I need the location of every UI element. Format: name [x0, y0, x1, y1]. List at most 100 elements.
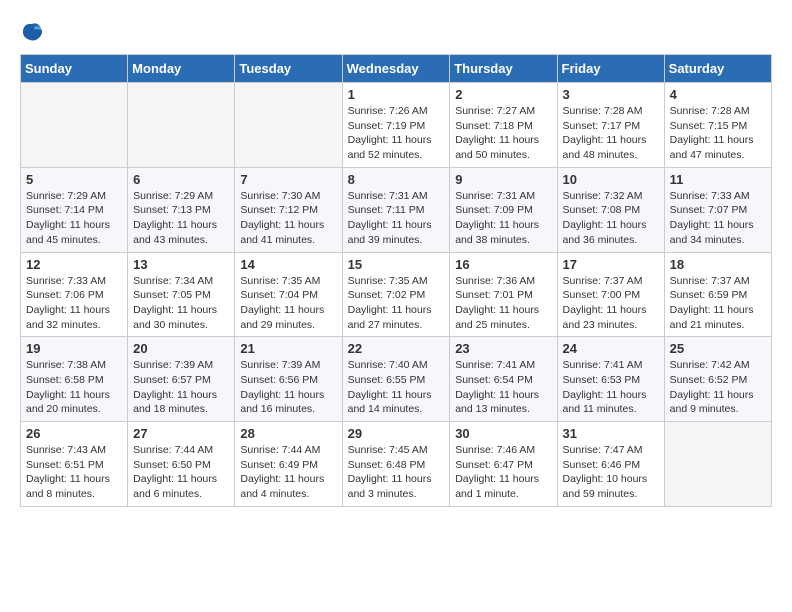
calendar-cell: 25 Sunrise: 7:42 AMSunset: 6:52 PMDayligh… [664, 337, 771, 422]
day-number: 21 [240, 341, 336, 356]
day-number: 25 [670, 341, 766, 356]
day-info: Sunrise: 7:29 AMSunset: 7:13 PMDaylight:… [133, 189, 229, 248]
calendar-cell: 5 Sunrise: 7:29 AMSunset: 7:14 PMDaylight… [21, 167, 128, 252]
calendar-cell: 13 Sunrise: 7:34 AMSunset: 7:05 PMDayligh… [128, 252, 235, 337]
calendar-cell: 10 Sunrise: 7:32 AMSunset: 7:08 PMDayligh… [557, 167, 664, 252]
day-info: Sunrise: 7:33 AMSunset: 7:07 PMDaylight:… [670, 189, 766, 248]
logo [20, 20, 48, 44]
calendar-cell [128, 83, 235, 168]
calendar-cell: 19 Sunrise: 7:38 AMSunset: 6:58 PMDayligh… [21, 337, 128, 422]
calendar-cell: 24 Sunrise: 7:41 AMSunset: 6:53 PMDayligh… [557, 337, 664, 422]
day-number: 28 [240, 426, 336, 441]
calendar-cell [21, 83, 128, 168]
day-info: Sunrise: 7:31 AMSunset: 7:09 PMDaylight:… [455, 189, 551, 248]
day-info: Sunrise: 7:35 AMSunset: 7:04 PMDaylight:… [240, 274, 336, 333]
calendar-cell: 26 Sunrise: 7:43 AMSunset: 6:51 PMDayligh… [21, 422, 128, 507]
day-info: Sunrise: 7:45 AMSunset: 6:48 PMDaylight:… [348, 443, 445, 502]
day-number: 26 [26, 426, 122, 441]
day-number: 7 [240, 172, 336, 187]
day-number: 1 [348, 87, 445, 102]
day-info: Sunrise: 7:47 AMSunset: 6:46 PMDaylight:… [563, 443, 659, 502]
weekday-header-cell: Monday [128, 55, 235, 83]
calendar-cell: 9 Sunrise: 7:31 AMSunset: 7:09 PMDaylight… [450, 167, 557, 252]
day-number: 29 [348, 426, 445, 441]
weekday-header-cell: Saturday [664, 55, 771, 83]
calendar-cell: 28 Sunrise: 7:44 AMSunset: 6:49 PMDayligh… [235, 422, 342, 507]
calendar-cell: 30Sunrise: 7:46 AMSunset: 6:47 PMDayligh… [450, 422, 557, 507]
calendar-cell: 17 Sunrise: 7:37 AMSunset: 7:00 PMDayligh… [557, 252, 664, 337]
day-info: Sunrise: 7:37 AMSunset: 6:59 PMDaylight:… [670, 274, 766, 333]
calendar-cell: 23 Sunrise: 7:41 AMSunset: 6:54 PMDayligh… [450, 337, 557, 422]
day-number: 11 [670, 172, 766, 187]
day-info: Sunrise: 7:42 AMSunset: 6:52 PMDaylight:… [670, 358, 766, 417]
weekday-header-cell: Wednesday [342, 55, 450, 83]
day-number: 3 [563, 87, 659, 102]
day-number: 14 [240, 257, 336, 272]
logo-icon [20, 20, 44, 44]
calendar-week-row: 19 Sunrise: 7:38 AMSunset: 6:58 PMDayligh… [21, 337, 772, 422]
weekday-header-cell: Friday [557, 55, 664, 83]
day-number: 13 [133, 257, 229, 272]
day-info: Sunrise: 7:32 AMSunset: 7:08 PMDaylight:… [563, 189, 659, 248]
day-number: 4 [670, 87, 766, 102]
day-number: 27 [133, 426, 229, 441]
calendar-week-row: 1Sunrise: 7:26 AMSunset: 7:19 PMDaylight… [21, 83, 772, 168]
weekday-header-cell: Tuesday [235, 55, 342, 83]
calendar-cell: 18Sunrise: 7:37 AMSunset: 6:59 PMDayligh… [664, 252, 771, 337]
day-number: 19 [26, 341, 122, 356]
weekday-header-row: SundayMondayTuesdayWednesdayThursdayFrid… [21, 55, 772, 83]
page-header [20, 20, 772, 44]
calendar-cell: 8 Sunrise: 7:31 AMSunset: 7:11 PMDaylight… [342, 167, 450, 252]
calendar-cell: 2Sunrise: 7:27 AMSunset: 7:18 PMDaylight… [450, 83, 557, 168]
day-info: Sunrise: 7:39 AMSunset: 6:57 PMDaylight:… [133, 358, 229, 417]
day-number: 5 [26, 172, 122, 187]
day-info: Sunrise: 7:33 AMSunset: 7:06 PMDaylight:… [26, 274, 122, 333]
day-number: 23 [455, 341, 551, 356]
day-info: Sunrise: 7:44 AMSunset: 6:49 PMDaylight:… [240, 443, 336, 502]
calendar-cell: 15 Sunrise: 7:35 AMSunset: 7:02 PMDayligh… [342, 252, 450, 337]
calendar-cell: 20 Sunrise: 7:39 AMSunset: 6:57 PMDayligh… [128, 337, 235, 422]
day-number: 9 [455, 172, 551, 187]
day-number: 15 [348, 257, 445, 272]
day-info: Sunrise: 7:43 AMSunset: 6:51 PMDaylight:… [26, 443, 122, 502]
day-number: 24 [563, 341, 659, 356]
day-number: 20 [133, 341, 229, 356]
day-number: 8 [348, 172, 445, 187]
calendar-cell: 4 Sunrise: 7:28 AMSunset: 7:15 PMDaylight… [664, 83, 771, 168]
calendar-cell: 3 Sunrise: 7:28 AMSunset: 7:17 PMDaylight… [557, 83, 664, 168]
day-info: Sunrise: 7:34 AMSunset: 7:05 PMDaylight:… [133, 274, 229, 333]
day-number: 12 [26, 257, 122, 272]
day-number: 30 [455, 426, 551, 441]
day-number: 17 [563, 257, 659, 272]
day-info: Sunrise: 7:38 AMSunset: 6:58 PMDaylight:… [26, 358, 122, 417]
day-info: Sunrise: 7:44 AMSunset: 6:50 PMDaylight:… [133, 443, 229, 502]
calendar-cell: 29 Sunrise: 7:45 AMSunset: 6:48 PMDayligh… [342, 422, 450, 507]
calendar-week-row: 5 Sunrise: 7:29 AMSunset: 7:14 PMDaylight… [21, 167, 772, 252]
day-info: Sunrise: 7:28 AMSunset: 7:15 PMDaylight:… [670, 104, 766, 163]
day-number: 10 [563, 172, 659, 187]
day-info: Sunrise: 7:30 AMSunset: 7:12 PMDaylight:… [240, 189, 336, 248]
day-info: Sunrise: 7:31 AMSunset: 7:11 PMDaylight:… [348, 189, 445, 248]
day-number: 6 [133, 172, 229, 187]
day-info: Sunrise: 7:35 AMSunset: 7:02 PMDaylight:… [348, 274, 445, 333]
day-info: Sunrise: 7:29 AMSunset: 7:14 PMDaylight:… [26, 189, 122, 248]
weekday-header-cell: Thursday [450, 55, 557, 83]
calendar-table: SundayMondayTuesdayWednesdayThursdayFrid… [20, 54, 772, 507]
day-info: Sunrise: 7:37 AMSunset: 7:00 PMDaylight:… [563, 274, 659, 333]
day-info: Sunrise: 7:41 AMSunset: 6:54 PMDaylight:… [455, 358, 551, 417]
calendar-cell: 6 Sunrise: 7:29 AMSunset: 7:13 PMDaylight… [128, 167, 235, 252]
day-info: Sunrise: 7:41 AMSunset: 6:53 PMDaylight:… [563, 358, 659, 417]
day-number: 31 [563, 426, 659, 441]
calendar-week-row: 12 Sunrise: 7:33 AMSunset: 7:06 PMDayligh… [21, 252, 772, 337]
calendar-cell: 16Sunrise: 7:36 AMSunset: 7:01 PMDayligh… [450, 252, 557, 337]
day-number: 16 [455, 257, 551, 272]
calendar-cell: 14 Sunrise: 7:35 AMSunset: 7:04 PMDayligh… [235, 252, 342, 337]
calendar-cell: 12 Sunrise: 7:33 AMSunset: 7:06 PMDayligh… [21, 252, 128, 337]
day-info: Sunrise: 7:40 AMSunset: 6:55 PMDaylight:… [348, 358, 445, 417]
calendar-body: 1Sunrise: 7:26 AMSunset: 7:19 PMDaylight… [21, 83, 772, 507]
day-number: 2 [455, 87, 551, 102]
calendar-cell: 31 Sunrise: 7:47 AMSunset: 6:46 PMDayligh… [557, 422, 664, 507]
day-info: Sunrise: 7:28 AMSunset: 7:17 PMDaylight:… [563, 104, 659, 163]
calendar-cell [235, 83, 342, 168]
calendar-cell [664, 422, 771, 507]
